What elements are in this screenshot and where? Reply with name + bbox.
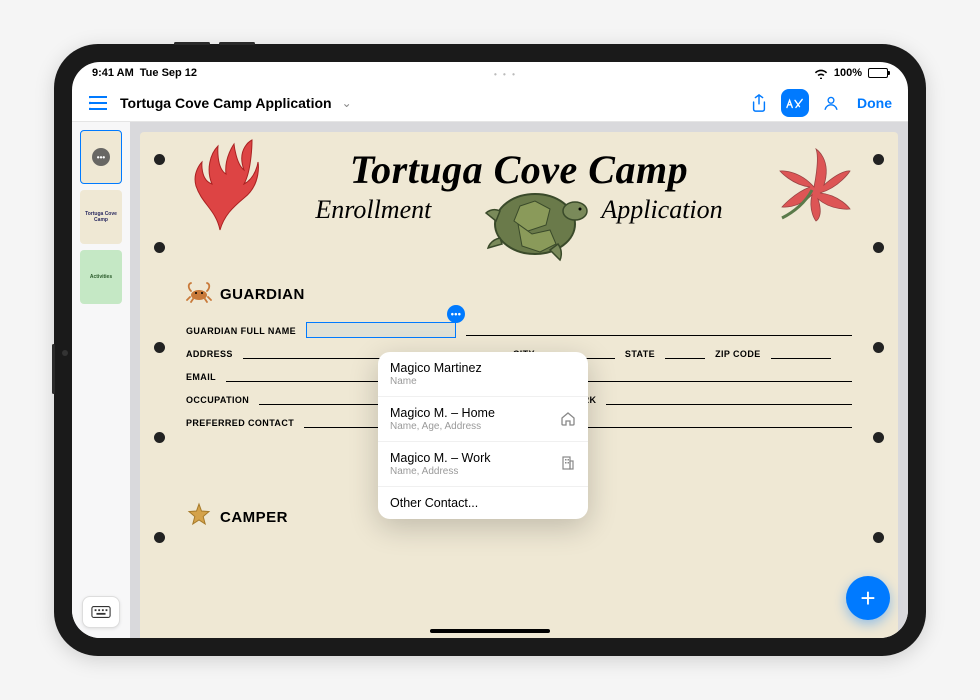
camera-dot: [62, 350, 68, 356]
label-occupation: OCCUPATION: [186, 395, 249, 405]
autofill-option-work[interactable]: Magico M. – Work Name, Address: [378, 442, 588, 487]
label-fullname: GUARDIAN FULL NAME: [186, 326, 296, 336]
sidebar-toggle-icon[interactable]: [84, 89, 112, 117]
page-title: Tortuga Cove Camp: [186, 146, 852, 193]
autofill-option-name[interactable]: Magico Martinez Name: [378, 352, 588, 397]
screen: 9:41 AM Tue Sep 12 100% Tortuga Cove Cam…: [72, 62, 908, 638]
battery-pct: 100%: [834, 67, 862, 79]
document-area[interactable]: Tortuga Cove Camp Enrollment Application…: [130, 122, 908, 638]
thumbnail-page-1[interactable]: [80, 130, 122, 184]
guardian-section-heading: GUARDIAN: [186, 281, 852, 307]
workspace: Tortuga Cove Camp Activities Tortuga Cov…: [72, 122, 908, 638]
punch-hole: [154, 342, 165, 353]
punch-hole: [154, 242, 165, 253]
label-address: ADDRESS: [186, 349, 233, 359]
document-title[interactable]: Tortuga Cove Camp Application: [120, 95, 332, 111]
battery-icon: [868, 68, 888, 78]
phone-input[interactable]: [588, 372, 852, 382]
done-button[interactable]: Done: [853, 95, 896, 111]
crab-icon: [186, 281, 212, 307]
starfish-icon: [186, 502, 212, 532]
workplace-input[interactable]: [606, 395, 852, 405]
markup-icon[interactable]: [781, 89, 809, 117]
state-input[interactable]: [665, 349, 705, 359]
status-date: Tue Sep 12: [140, 67, 197, 79]
page: Tortuga Cove Camp Enrollment Application…: [140, 132, 898, 638]
home-icon: [560, 410, 576, 429]
thumbnail-rail: Tortuga Cove Camp Activities: [72, 122, 130, 638]
home-indicator[interactable]: [430, 629, 550, 633]
punch-hole: [154, 532, 165, 543]
punch-hole: [154, 432, 165, 443]
autofill-popup: Magico Martinez Name Magico M. – Home Na…: [378, 352, 588, 519]
subtitle-enrollment: Enrollment: [315, 195, 431, 225]
building-icon: [560, 455, 576, 474]
guardian-fullname-input[interactable]: •••: [306, 322, 456, 338]
autofill-option-home[interactable]: Magico M. – Home Name, Age, Address: [378, 397, 588, 442]
label-email: EMAIL: [186, 372, 216, 382]
volume-down-hw: [219, 42, 255, 45]
chevron-down-icon[interactable]: ⌄: [342, 96, 352, 110]
thumbnail-page-2[interactable]: Tortuga Cove Camp: [80, 190, 122, 244]
punch-hole: [873, 154, 884, 165]
punch-hole: [873, 432, 884, 443]
autofill-bubble-icon[interactable]: •••: [447, 305, 465, 323]
punch-hole: [873, 342, 884, 353]
multitask-dots-icon[interactable]: [494, 64, 517, 81]
label-state: STATE: [625, 349, 655, 359]
wifi-icon: [814, 68, 828, 79]
keyboard-button[interactable]: [82, 596, 120, 628]
add-button[interactable]: +: [846, 576, 890, 620]
status-bar: 9:41 AM Tue Sep 12 100%: [72, 62, 908, 84]
punch-hole: [873, 242, 884, 253]
volume-up-hw: [174, 42, 210, 45]
zip-input[interactable]: [771, 349, 831, 359]
ipad-frame: 9:41 AM Tue Sep 12 100% Tortuga Cove Cam…: [54, 44, 926, 656]
autofill-toolbar-icon[interactable]: [817, 89, 845, 117]
label-preferred: PREFERRED CONTACT: [186, 418, 294, 428]
punch-hole: [873, 532, 884, 543]
status-time: 9:41 AM: [92, 67, 134, 79]
share-icon[interactable]: [745, 89, 773, 117]
toolbar: Tortuga Cove Camp Application ⌄ Done: [72, 84, 908, 122]
label-zip: ZIP CODE: [715, 349, 761, 359]
power-hw: [52, 344, 55, 394]
thumbnail-page-3[interactable]: Activities: [80, 250, 122, 304]
subtitle-application: Application: [601, 195, 722, 225]
field-line[interactable]: [466, 326, 852, 336]
autofill-other-contact[interactable]: Other Contact...: [378, 487, 588, 519]
punch-hole: [154, 154, 165, 165]
